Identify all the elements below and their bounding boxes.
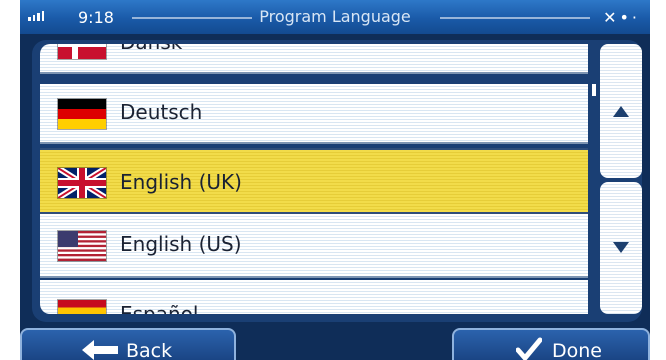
list-item-dansk[interactable]: Dansk [40, 44, 588, 74]
list-item-label: English (US) [120, 232, 242, 256]
back-button-label: Back [126, 340, 173, 360]
list-item-english-uk[interactable]: English (UK) [40, 148, 588, 214]
spain-flag-icon [58, 300, 106, 314]
list-item-label: Español [120, 302, 199, 314]
back-button[interactable]: Back [20, 328, 236, 360]
list-item-espanol[interactable]: Español [40, 280, 588, 314]
scroll-position-indicator [592, 84, 596, 96]
satellite-status-icon: ✕•· [603, 8, 640, 27]
list-scrollbar[interactable] [592, 44, 642, 314]
checkmark-icon [516, 337, 542, 360]
uk-flag-icon [58, 168, 106, 198]
device-screen: 9:18 Program Language ✕•· Dansk [20, 0, 650, 360]
scroll-up-button[interactable] [600, 44, 642, 178]
page-title: Program Language [259, 7, 411, 26]
list-item-label: Deutsch [120, 100, 203, 124]
germany-flag-icon [58, 99, 106, 129]
arrow-down-icon [613, 242, 629, 253]
us-flag-icon [58, 231, 106, 261]
done-button-label: Done [552, 340, 602, 360]
scroll-down-button[interactable] [600, 182, 642, 314]
done-button[interactable]: Done [452, 328, 650, 360]
list-item-english-us[interactable]: English (US) [40, 214, 588, 278]
list-item-deutsch[interactable]: Deutsch [40, 84, 588, 144]
arrow-up-icon [613, 106, 629, 117]
list-item-label: English (UK) [120, 170, 242, 194]
status-bar: 9:18 Program Language ✕•· [20, 0, 650, 34]
list-item-label: Dansk [120, 44, 182, 54]
denmark-flag-icon [58, 44, 106, 59]
arrow-left-icon [82, 340, 118, 360]
language-list[interactable]: Dansk Deutsch [40, 44, 588, 314]
